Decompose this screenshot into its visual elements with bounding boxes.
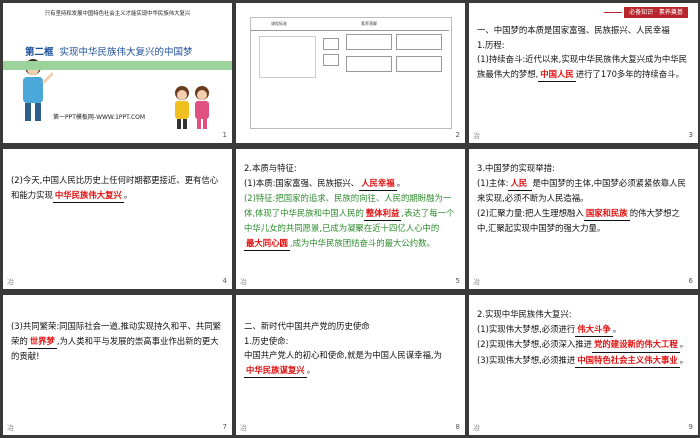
slide-status: 冶	[7, 424, 14, 432]
slide-number: 2	[455, 131, 460, 139]
answer-blank: 人民	[508, 176, 533, 191]
title-band	[3, 61, 232, 70]
slide-body: 3.中国梦的实现举措: (1)主体: 人民 是中国梦的主体,中国梦必须紧紧依靠人民来…	[477, 161, 690, 236]
slide-status: 冶	[473, 278, 480, 286]
slide-number: 9	[688, 423, 693, 431]
sub-heading: 3.中国梦的实现举措:	[477, 163, 555, 173]
slide-status: 冶	[240, 424, 247, 432]
slide-thumbnail-7[interactable]: (3)共同繁荣:同国际社会一道,推动实现持久和平、共同繁荣的 世界梦 ,为人类和平与…	[3, 295, 232, 435]
slide-number: 4	[222, 277, 227, 285]
slide-number: 8	[455, 423, 460, 431]
slide-title: 第二框 实现中华民族伟大复兴的中国梦	[25, 44, 193, 58]
answer-blank: 中华民族谋复兴	[244, 363, 307, 378]
answer-blank: 国家和民族	[583, 206, 630, 221]
table-rule	[251, 30, 449, 31]
paragraph: (2)特征:把国家的追求、民族的向往、人民的期盼融为一体,体现了中华民族和中国人…	[244, 191, 457, 251]
section-heading: 一、中国梦的本质是国家富强、民族振兴、人民幸福	[477, 25, 670, 35]
paragraph: (1)实现伟大梦想,必须进行 伟大斗争。	[477, 322, 690, 337]
diagram-node	[323, 38, 339, 50]
sub-heading: 2.本质与特征:	[244, 163, 297, 173]
slide-number: 5	[455, 277, 460, 285]
diagram-node	[396, 34, 442, 50]
answer-blank: 中国人民	[538, 67, 576, 82]
sub-heading: 1.历程:	[477, 39, 505, 50]
slide-thumbnail-2[interactable]: 课程标准 素养落脚 2	[236, 3, 465, 143]
slide-body: 一、中国梦的本质是国家富强、民族振兴、人民幸福 1.历程: (1)持续奋斗:近代…	[477, 23, 690, 82]
answer-blank: 伟大斗争	[575, 322, 613, 337]
curriculum-table: 课程标准 素养落脚	[250, 17, 452, 129]
paragraph: (2)实现伟大梦想,必须深入推进 党的建设新的伟大工程。	[477, 337, 690, 353]
sub-heading: 2.实现中华民族伟大复兴:	[477, 309, 572, 319]
answer-blank: 整体利益	[363, 206, 402, 221]
slide-status: 冶	[240, 278, 247, 286]
slide-body: 2.本质与特征: (1)本质:国家富强、民族振兴、 人民幸福。 (2)特征:把国家…	[244, 161, 457, 251]
answer-blank: 中国特色社会主义伟大事业	[575, 353, 680, 368]
answer-blank: 党的建设新的伟大工程	[592, 337, 680, 353]
slide-thumbnail-5[interactable]: 2.本质与特征: (1)本质:国家富强、民族振兴、 人民幸福。 (2)特征:把国家…	[236, 149, 465, 289]
slide-number: 7	[222, 423, 227, 431]
sub-heading: 1.历史使命:	[244, 335, 289, 346]
answer-blank: 最大同心圆	[244, 236, 290, 251]
table-cell-standards	[259, 36, 316, 78]
table-header-standard: 课程标准	[271, 21, 287, 26]
diagram-node	[346, 34, 392, 50]
slide-thumbnail-9[interactable]: 2.实现中华民族伟大复兴: (1)实现伟大梦想,必须进行 伟大斗争。 (2)实现伟…	[469, 295, 698, 435]
slide-thumbnail-4[interactable]: (2)今天,中国人民比历史上任何时期都更接近、更有信心和能力实现 中华民族伟大复兴…	[3, 149, 232, 289]
title-label: 第二框	[25, 47, 54, 58]
paragraph: (1)主体: 人民 是中国梦的主体,中国梦必须紧紧依靠人民来实现,必须不断为人民造福…	[477, 176, 686, 204]
diagram-node	[323, 54, 339, 66]
paragraph: (1)本质:国家富强、民族振兴、 人民幸福。	[244, 176, 457, 191]
diagram-node	[396, 56, 442, 72]
site-watermark: 第一PPT模板网-WWW.1PPT.COM	[53, 114, 146, 121]
slide-status: 冶	[473, 424, 480, 432]
table-header-literacy: 素养落脚	[361, 21, 377, 26]
slide-thumbnail-8[interactable]: 二、新时代中国共产党的历史使命 1.历史使命: 中国共产党人的初心和使命,就是为…	[236, 295, 465, 435]
title-text: 实现中华民族伟大复兴的中国梦	[59, 47, 193, 58]
diagram-node	[346, 56, 392, 72]
slide-status: 冶	[473, 132, 480, 140]
slide-body: (2)今天,中国人民比历史上任何时期都更接近、更有信心和能力实现 中华民族伟大复兴…	[11, 173, 224, 203]
slide-thumbnail-1[interactable]: 只有坚持和发展中国特色社会主义才能实现中华民族伟大复兴 第二框 实现中华民族伟大复…	[3, 3, 232, 143]
section-heading: 二、新时代中国共产党的历史使命	[244, 321, 370, 331]
paragraph: (2)汇聚力量:把人生理想融入 国家和民族 的伟大梦想之中,汇聚起实现中国梦的强大力…	[477, 206, 680, 234]
slide-body: 2.实现中华民族伟大复兴: (1)实现伟大梦想,必须进行 伟大斗争。 (2)实现伟…	[477, 307, 690, 368]
slide-thumbnail-3[interactable]: 必备知识 · 素养奠基 一、中国梦的本质是国家富强、民族振兴、人民幸福 1.历程…	[469, 3, 698, 143]
slide-body: 二、新时代中国共产党的历史使命 1.历史使命: 中国共产党人的初心和使命,就是为…	[244, 319, 457, 378]
slide-number: 6	[688, 277, 693, 285]
slide-number: 3	[688, 131, 693, 139]
paragraph: 中国共产党人的初心和使命,就是为中国人民谋幸福,为中华民族谋复兴。	[244, 348, 457, 378]
slide-number: 1	[222, 131, 227, 139]
children-illustration	[175, 86, 209, 129]
slide-status: 冶	[7, 278, 14, 286]
paragraph: (1)持续奋斗:近代以来,实现中华民族伟大复兴成为中华民族最伟大的梦想, 中国人民…	[477, 52, 690, 82]
answer-blank: 中华民族伟大复兴	[52, 188, 124, 203]
slide-thumbnail-6[interactable]: 3.中国梦的实现举措: (1)主体: 人民 是中国梦的主体,中国梦必须紧紧依靠人民来…	[469, 149, 698, 289]
slide-top-banner-text: 只有坚持和发展中国特色社会主义才能实现中华民族伟大复兴	[44, 11, 191, 17]
slide-body: (3)共同繁荣:同国际社会一道,推动实现持久和平、共同繁荣的 世界梦 ,为人类和平与…	[11, 321, 221, 361]
answer-blank: 世界梦	[27, 334, 57, 349]
section-tag: 必备知识 · 素养奠基	[604, 7, 688, 18]
paragraph: (3)实现伟大梦想,必须推进 中国特色社会主义伟大事业。	[477, 353, 690, 368]
answer-blank: 人民幸福	[359, 176, 397, 191]
